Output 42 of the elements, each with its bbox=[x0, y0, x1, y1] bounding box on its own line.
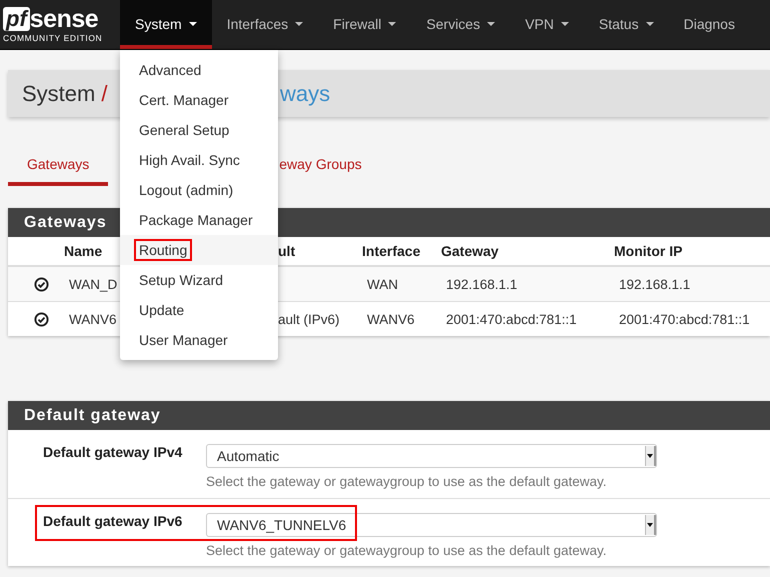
breadcrumb-root: System bbox=[22, 80, 96, 106]
menu-item[interactable]: Cert. Manager bbox=[120, 85, 278, 115]
nav-menu-item[interactable]: Interfaces bbox=[212, 0, 318, 49]
table-cell: WAN_D bbox=[69, 276, 118, 292]
tab[interactable]: Gateways bbox=[8, 145, 108, 186]
table-cell: 2001:470:abcd:781::1 bbox=[619, 312, 750, 326]
select-field[interactable]: WANV6_TUNNELV6 bbox=[206, 513, 657, 537]
menu-item[interactable]: Update bbox=[120, 295, 278, 325]
help-text: Select the gateway or gatewaygroup to use as the default gateway. bbox=[206, 474, 608, 489]
menu-item[interactable]: Routing bbox=[120, 235, 278, 265]
menu-item[interactable]: General Setup bbox=[120, 115, 278, 145]
column-header: Monitor IP bbox=[614, 243, 682, 259]
breadcrumb-separator: / bbox=[101, 80, 108, 106]
table-cell: 2001:470:abcd:781::1 bbox=[446, 312, 577, 326]
table-cell: 192.168.1.1 bbox=[446, 276, 518, 292]
menu-item[interactable]: High Avail. Sync bbox=[120, 145, 278, 175]
panel-title: Default gateway bbox=[8, 401, 770, 430]
nav-menu-item[interactable]: Services bbox=[411, 0, 510, 49]
column-header: Gateway bbox=[441, 243, 499, 259]
nav-menu-item[interactable]: Diagnos bbox=[668, 0, 750, 49]
column-header: ult bbox=[278, 243, 296, 259]
menu-item[interactable]: Advanced bbox=[120, 55, 278, 85]
column-header: Interface bbox=[362, 243, 420, 259]
menu-item[interactable]: Logout (admin) bbox=[120, 175, 278, 205]
menu-item[interactable]: Package Manager bbox=[120, 205, 278, 235]
nav-menu-item[interactable]: Firewall bbox=[318, 0, 412, 49]
table-cell: WANV6 bbox=[367, 312, 415, 326]
help-text: Select the gateway or gatewaygroup to use as the default gateway. bbox=[206, 543, 608, 558]
field-label: Default gateway IPv4 bbox=[43, 444, 182, 460]
nav-menu-item[interactable]: VPN bbox=[510, 0, 584, 49]
table-cell: WAN bbox=[367, 276, 398, 292]
nav-menu-item[interactable]: System bbox=[120, 0, 212, 49]
select-field[interactable]: Automatic bbox=[206, 444, 657, 468]
menu-item[interactable]: User Manager bbox=[120, 325, 278, 355]
column-header: Name bbox=[64, 243, 102, 259]
logo[interactable]: pfsense COMMUNITY EDITION bbox=[0, 0, 120, 49]
nav-menu-item[interactable]: Status bbox=[584, 0, 669, 49]
field-label: Default gateway IPv6 bbox=[43, 513, 182, 529]
table-cell: 192.168.1.1 bbox=[619, 276, 690, 292]
menu-item[interactable]: Setup Wizard bbox=[120, 265, 278, 295]
table-cell: WANV6 bbox=[69, 312, 117, 326]
table-cell: ault (IPv6) bbox=[278, 312, 340, 326]
